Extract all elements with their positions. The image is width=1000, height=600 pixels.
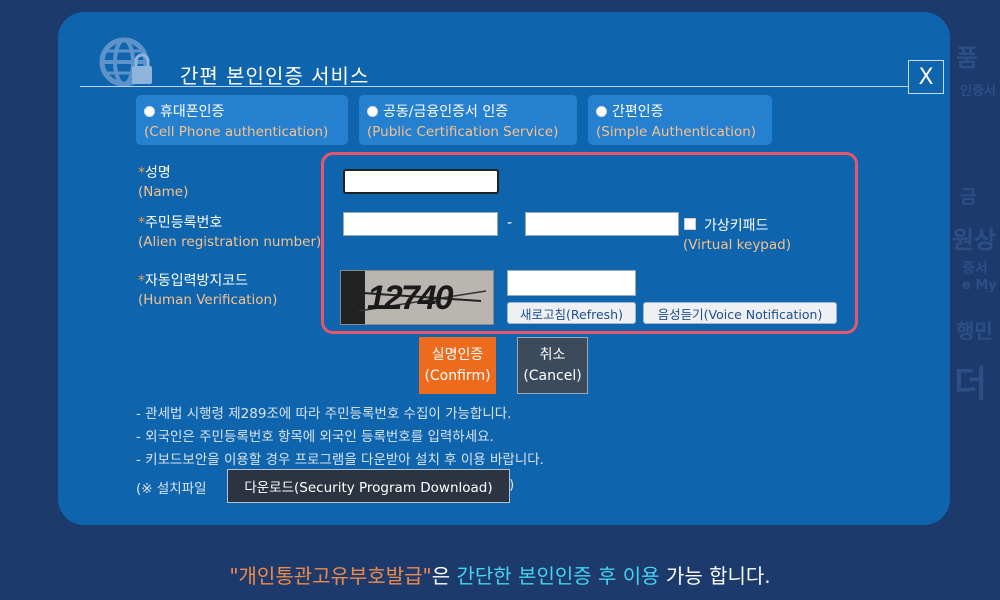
- security-download-button[interactable]: 다운로드(Security Program Download): [227, 469, 510, 503]
- tab-simple-auth[interactable]: 간편인증 (Simple Authentication): [588, 95, 772, 145]
- registration-front-input[interactable]: [343, 212, 498, 236]
- cancel-button[interactable]: 취소 (Cancel): [517, 337, 588, 394]
- refresh-button[interactable]: 새로고침(Refresh): [507, 302, 636, 324]
- registration-back-input[interactable]: [525, 212, 679, 236]
- note-line: - 키보드보안을 이용할 경우 프로그램을 다운받아 설치 후 이용 바랍니다.: [136, 452, 544, 468]
- virtual-keypad-label: 가상키패드: [704, 218, 769, 234]
- tab-public-certificate[interactable]: 공동/금융인증서 인증 (Public Certification Servic…: [359, 95, 577, 145]
- close-icon: X: [918, 64, 934, 90]
- virtual-keypad-label-en: (Virtual keypad): [683, 237, 791, 253]
- confirm-button[interactable]: 실명인증 (Confirm): [419, 337, 496, 394]
- radio-simple-auth[interactable]: [596, 105, 607, 117]
- tab-label: 휴대폰인증: [160, 104, 225, 120]
- name-label: *성명 (Name): [138, 165, 189, 200]
- bg-text: 인증서: [960, 84, 996, 99]
- bg-text: e My: [962, 278, 997, 293]
- bg-text: 더: [954, 364, 988, 405]
- tab-label-en: (Simple Authentication): [596, 124, 757, 140]
- download-suffix: ): [509, 477, 515, 493]
- radio-public-certificate[interactable]: [367, 105, 378, 117]
- tab-cell-phone[interactable]: 휴대폰인증 (Cell Phone authentication): [136, 95, 348, 145]
- download-prefix: (※ 설치파일: [136, 481, 207, 497]
- bg-text: 원상: [952, 226, 997, 254]
- captcha-input[interactable]: [507, 270, 636, 296]
- close-button[interactable]: X: [908, 60, 944, 94]
- tab-label: 공동/금융인증서 인증: [383, 104, 509, 120]
- bg-text: 행민: [956, 319, 993, 343]
- dialog-header: 간편 본인인증 서비스 X: [80, 34, 944, 94]
- captcha-code: 12740: [367, 279, 454, 317]
- radio-cell-phone[interactable]: [144, 105, 155, 117]
- registration-label: *주민등록번호 (Alien registration number): [138, 215, 322, 250]
- bg-text: 증서: [962, 261, 988, 277]
- globe-lock-icon: [99, 37, 152, 86]
- tab-label: 간편인증: [612, 104, 664, 120]
- bg-text: 금: [960, 187, 977, 208]
- registration-separator: -: [507, 215, 513, 231]
- virtual-keypad-checkbox[interactable]: [684, 218, 696, 230]
- captcha-image: 12740: [340, 270, 494, 325]
- tab-label-en: (Public Certification Service): [367, 124, 559, 140]
- bottom-message: "개인통관고유부호발급"은 간단한 본인인증 후 이용 가능 합니다.: [229, 564, 771, 588]
- name-input[interactable]: [343, 169, 499, 194]
- dialog-title: 간편 본인인증 서비스: [180, 64, 370, 88]
- bg-text: 품: [956, 44, 979, 72]
- voice-notification-button[interactable]: 음성듣기(Voice Notification): [643, 302, 837, 324]
- note-line: - 외국인은 주민등록번호 항목에 외국인 등록번호를 입력하세요.: [136, 429, 494, 445]
- captcha-label: *자동입력방지코드 (Human Verification): [138, 273, 278, 308]
- auth-dialog: 간편 본인인증 서비스 X 휴대폰인증 (Cell Phone authenti…: [58, 12, 950, 525]
- tab-label-en: (Cell Phone authentication): [144, 124, 329, 140]
- note-line: - 관세법 시행령 제289조에 따라 주민등록번호 수집이 가능합니다.: [136, 406, 512, 422]
